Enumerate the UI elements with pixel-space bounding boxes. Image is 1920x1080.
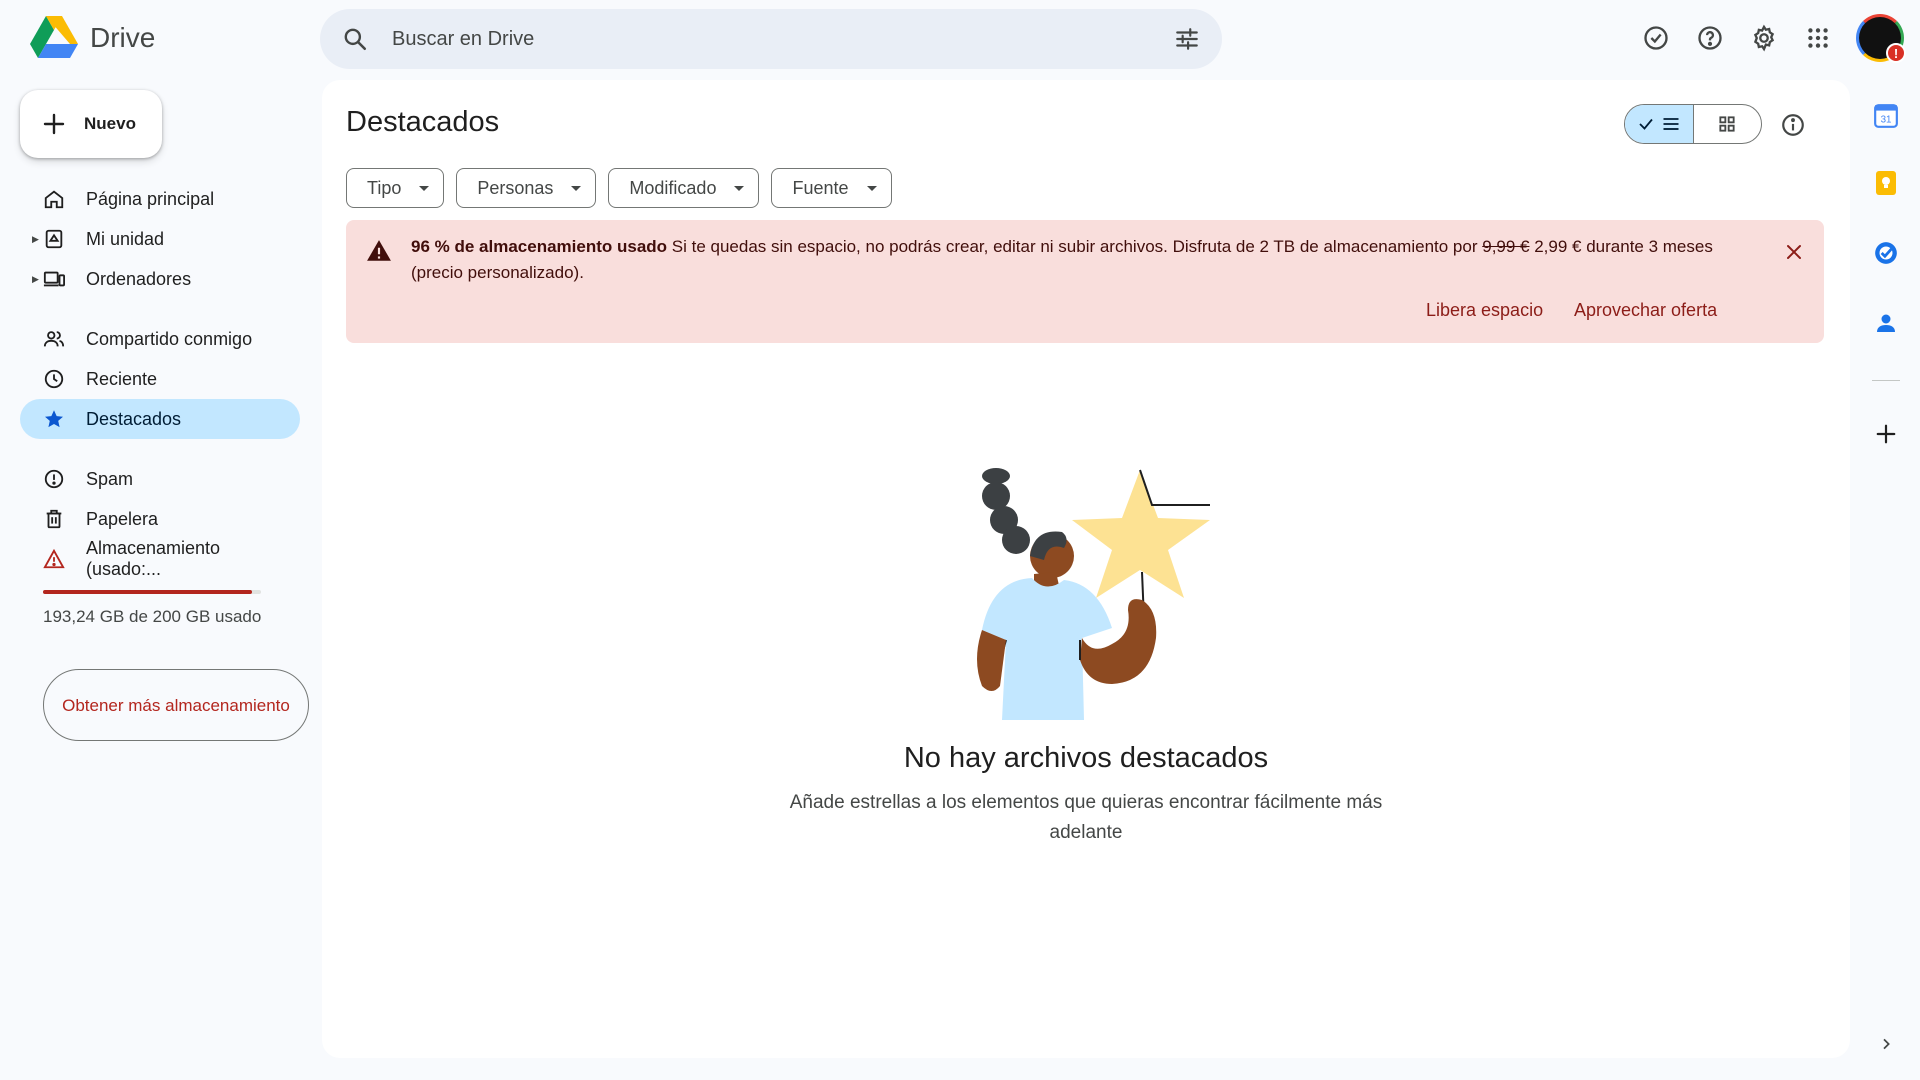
storage-warning-banner: 96 % de almacenamiento usado Si te queda… (346, 220, 1824, 343)
storage-usage-text: 193,24 GB de 200 GB usado (43, 607, 262, 626)
dropdown-caret-icon (734, 185, 745, 191)
sidebar-item-label: Compartido conmigo (86, 328, 253, 349)
banner-text: Si te quedas sin espacio, no podrás crea… (667, 237, 1483, 256)
calendar-icon[interactable]: 31 (1862, 96, 1910, 136)
tasks-icon[interactable] (1862, 233, 1910, 273)
chip-label: Fuente (792, 177, 849, 198)
empty-state-illustration (977, 468, 1210, 720)
sidebar-item-shared[interactable]: Compartido conmigo (20, 319, 300, 359)
empty-state-title: No hay archivos destacados (903, 742, 1269, 774)
search-options-icon[interactable] (1170, 22, 1204, 56)
computer-icon (42, 267, 66, 291)
rail-divider (1872, 380, 1900, 381)
sidebar-item-computers[interactable]: ▶ Ordenadores (20, 259, 300, 299)
free-space-button[interactable]: Libera espacio (1426, 300, 1543, 321)
trash-icon (42, 507, 66, 531)
banner-old-price: 9,99 € (1482, 237, 1530, 256)
filter-modified-chip[interactable]: Modificado (608, 168, 760, 208)
list-icon (1663, 118, 1679, 130)
filter-people-chip[interactable]: Personas (456, 168, 597, 208)
sidebar-item-starred[interactable]: Destacados (20, 399, 300, 439)
grid-view-button[interactable] (1694, 105, 1762, 143)
sidebar-item-label: Papelera (86, 508, 159, 529)
sidebar-item-home[interactable]: Página principal (20, 179, 300, 219)
list-view-button[interactable] (1625, 105, 1694, 143)
keep-icon[interactable] (1862, 163, 1910, 203)
search-icon[interactable] (338, 22, 372, 56)
people-icon (42, 327, 66, 351)
alert-badge-icon: ! (1886, 43, 1906, 63)
sidebar-item-label: Spam (86, 468, 134, 489)
contacts-icon[interactable] (1862, 303, 1910, 343)
sidebar-item-label: Reciente (86, 368, 158, 389)
storage-progress-bar (43, 590, 261, 594)
sidebar-item-label: Mi unidad (86, 228, 165, 249)
add-addon-icon[interactable] (1862, 414, 1910, 454)
clock-icon (42, 367, 66, 391)
plus-icon (43, 113, 65, 135)
drive-logo[interactable]: Drive (30, 16, 155, 60)
chip-label: Tipo (367, 177, 402, 198)
sidebar-item-spam[interactable]: Spam (20, 459, 300, 499)
gear-icon[interactable] (1744, 18, 1784, 58)
expand-arrow-icon[interactable]: ▶ (32, 234, 39, 245)
get-offer-button[interactable]: Aprovechar oferta (1574, 300, 1717, 321)
search-bar[interactable]: Buscar en Drive (320, 9, 1222, 69)
sidebar-item-label: Almacenamiento (usado:... (86, 538, 221, 579)
get-more-storage-button[interactable]: Obtener más almacenamiento (43, 669, 309, 741)
search-input[interactable]: Buscar en Drive (392, 28, 1170, 51)
banner-message: 96 % de almacenamiento usado Si te queda… (411, 234, 1751, 286)
warning-icon (42, 547, 66, 571)
sidebar-item-storage[interactable]: Almacenamiento (usado:... (20, 538, 300, 579)
drive-icon (42, 227, 66, 251)
new-button[interactable]: Nuevo (20, 90, 162, 158)
grid-icon (1719, 116, 1735, 132)
filter-source-chip[interactable]: Fuente (771, 168, 892, 208)
sidebar-item-label: Ordenadores (86, 268, 192, 289)
dropdown-caret-icon (571, 185, 582, 191)
view-toggle (1624, 104, 1762, 144)
help-icon[interactable] (1690, 18, 1730, 58)
banner-title: 96 % de almacenamiento usado (411, 237, 668, 256)
spam-icon (42, 467, 66, 491)
sidebar-item-my-drive[interactable]: ▶ Mi unidad (20, 219, 300, 259)
page-title: Destacados (346, 106, 500, 138)
checkmark-icon (1639, 118, 1653, 130)
svg-text:31: 31 (1881, 115, 1892, 126)
star-icon (42, 407, 66, 431)
chevron-right-icon[interactable] (1872, 1030, 1900, 1058)
filter-chips: Tipo Personas Modificado Fuente (346, 168, 892, 208)
offline-ready-icon[interactable] (1636, 18, 1676, 58)
sidebar-item-label: Página principal (86, 188, 215, 209)
avatar[interactable]: ! (1856, 14, 1906, 63)
apps-grid-icon[interactable] (1798, 18, 1838, 58)
main-panel: Destacados Tipo Personas Modificado Fuen… (322, 80, 1850, 1058)
filter-type-chip[interactable]: Tipo (346, 168, 445, 208)
sidebar-item-recent[interactable]: Reciente (20, 359, 300, 399)
expand-arrow-icon[interactable]: ▶ (32, 274, 39, 285)
warning-triangle-icon (367, 240, 391, 261)
storage-progress-fill (43, 590, 253, 594)
info-icon[interactable] (1776, 108, 1810, 142)
dropdown-caret-icon (866, 185, 877, 191)
home-icon (42, 187, 66, 211)
dropdown-caret-icon (419, 185, 430, 191)
drive-logo-icon (30, 16, 78, 58)
app-name: Drive (90, 22, 156, 53)
sidebar-item-label: Destacados (86, 408, 182, 429)
header-actions (1636, 18, 1838, 58)
empty-state-subtitle: Añade estrellas a los elementos que quie… (789, 792, 1383, 843)
chip-label: Modificado (629, 177, 717, 198)
sidebar-item-trash[interactable]: Papelera (20, 499, 300, 539)
chip-label: Personas (477, 177, 554, 198)
close-icon[interactable] (1778, 236, 1810, 268)
new-button-label: Nuevo (84, 114, 136, 133)
